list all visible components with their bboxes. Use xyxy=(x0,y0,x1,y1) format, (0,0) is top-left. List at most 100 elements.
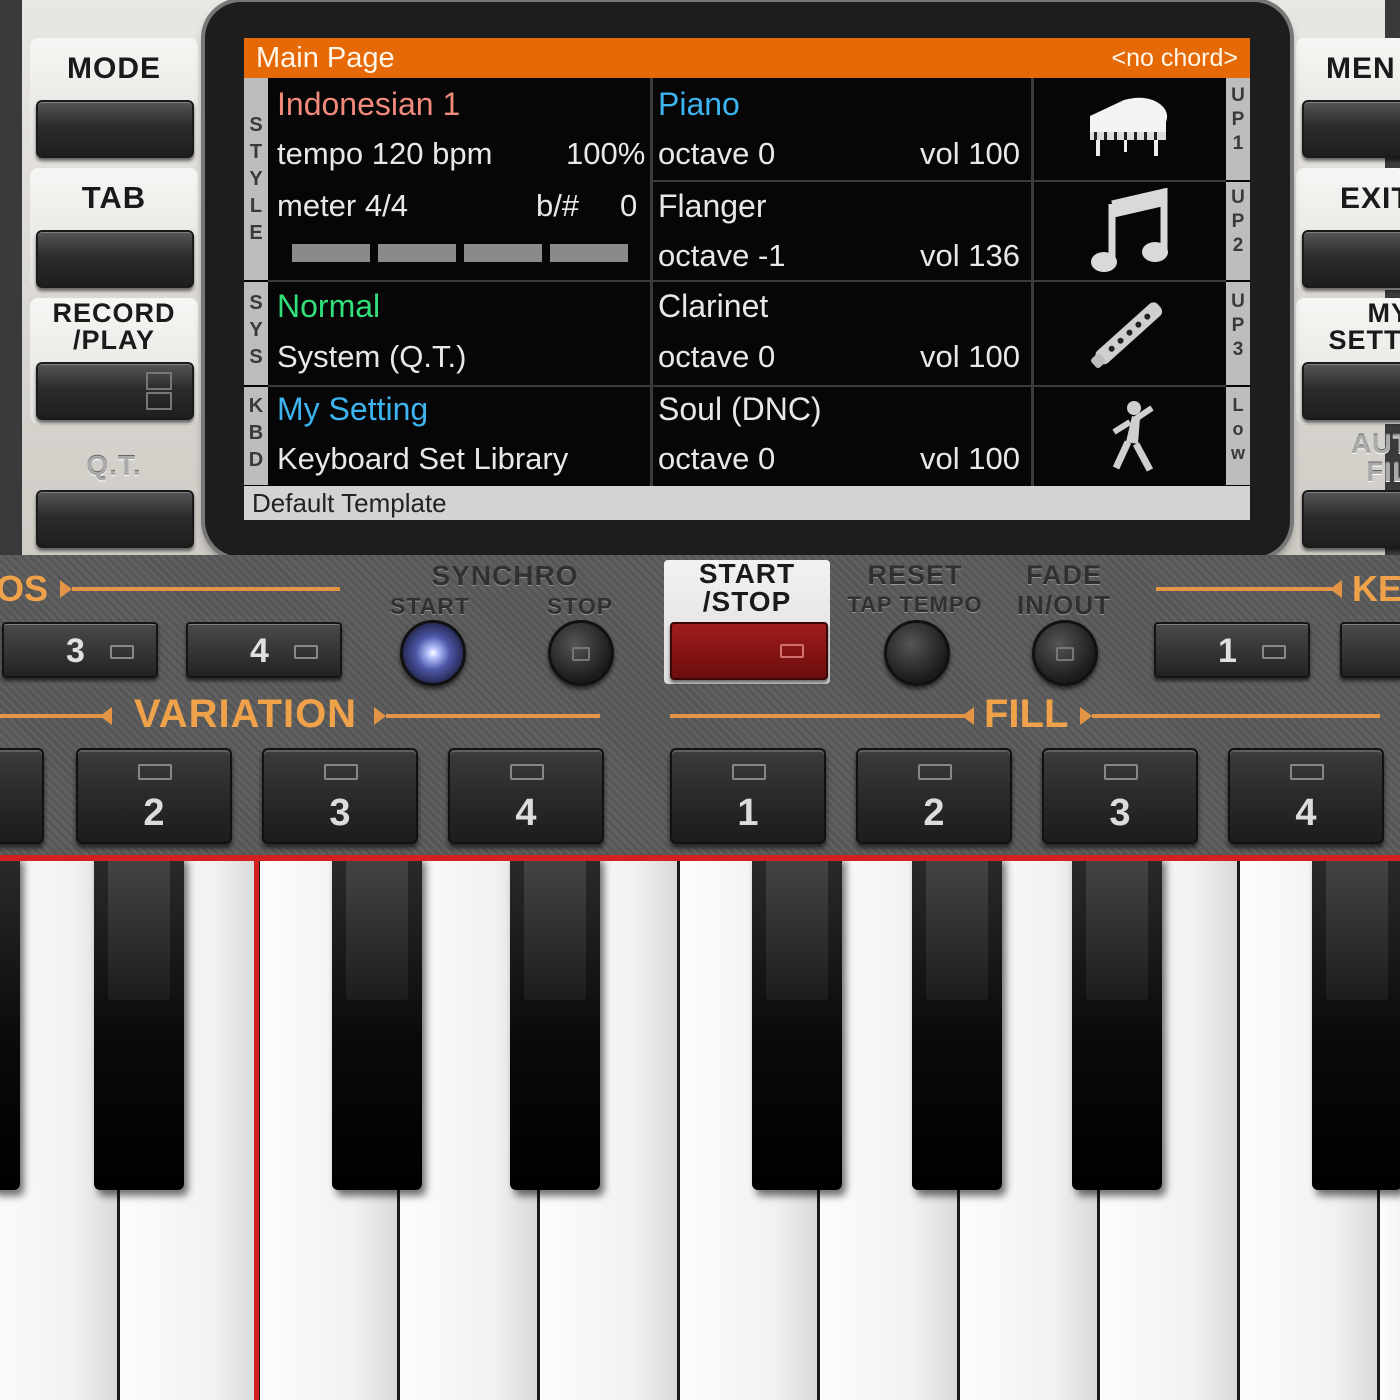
menu-label: MEN xyxy=(1326,52,1396,85)
fill-2-button[interactable]: 2 xyxy=(856,748,1012,844)
auto-fill-label: AUT FIL xyxy=(1351,429,1400,487)
variation-2-number: 2 xyxy=(143,792,165,834)
auto-fill-button[interactable] xyxy=(1302,490,1400,548)
black-key[interactable] xyxy=(94,855,184,1190)
black-key[interactable] xyxy=(912,855,1002,1190)
up3-vertical-label: UP3 xyxy=(1226,282,1250,385)
music-note-icon xyxy=(1091,188,1168,272)
synchro-start-button[interactable] xyxy=(400,620,466,686)
style-tempo[interactable]: tempo 120 bpm xyxy=(277,136,492,172)
part-up2-octave: octave -1 xyxy=(658,238,786,273)
fill-2-number: 2 xyxy=(923,792,945,834)
part-low-octave: octave 0 xyxy=(658,441,776,476)
piano-icon xyxy=(1090,97,1168,156)
synchro-stop-button[interactable] xyxy=(548,620,614,686)
mode-button[interactable] xyxy=(36,100,194,158)
menu-button[interactable] xyxy=(1302,100,1400,158)
style-vertical-letters: STYLE xyxy=(249,114,263,244)
black-key[interactable] xyxy=(0,855,20,1190)
title-bar: Main Page <no chord> xyxy=(244,38,1250,78)
part-up2-name[interactable]: Flanger xyxy=(658,188,767,225)
template-bar[interactable]: Default Template xyxy=(244,486,1250,520)
black-key[interactable] xyxy=(510,855,600,1190)
record-led-bottom xyxy=(146,392,172,410)
fill-3-number: 3 xyxy=(1109,792,1131,834)
intro-4-button[interactable]: 4 xyxy=(186,622,342,678)
chord-indicator: <no chord> xyxy=(1111,44,1239,72)
fill-1-button[interactable]: 1 xyxy=(670,748,826,844)
style-tempo-percent: 100% xyxy=(566,136,646,171)
endings-arrow xyxy=(1330,580,1342,598)
fill-3-button[interactable]: 3 xyxy=(1042,748,1198,844)
variation-3-button[interactable]: 3 xyxy=(262,748,418,844)
intros-label: OS xyxy=(0,568,49,609)
style-meter: meter 4/4 xyxy=(277,188,408,223)
keyboard-set-library[interactable]: Keyboard Set Library xyxy=(277,441,568,477)
beat-indicator xyxy=(292,244,630,262)
ending-1-led xyxy=(1262,645,1286,659)
intro-4-number: 4 xyxy=(250,632,269,670)
beat-segment xyxy=(550,244,628,262)
black-key[interactable] xyxy=(332,855,422,1190)
variation-4-button[interactable]: 4 xyxy=(448,748,604,844)
tab-label: TAB xyxy=(81,180,147,215)
keyboard-set-name[interactable]: My Setting xyxy=(277,391,428,428)
qt-button[interactable] xyxy=(36,490,194,548)
fill-line-right xyxy=(1092,714,1380,718)
intro-3-button[interactable]: 3 xyxy=(2,622,158,678)
variation-1-button[interactable] xyxy=(0,748,44,844)
record-play-label: RECORD /PLAY xyxy=(52,298,176,355)
exit-button[interactable] xyxy=(1302,230,1400,288)
row-divider xyxy=(651,180,1226,182)
variation-2-button[interactable]: 2 xyxy=(76,748,232,844)
variation-label: VARIATION xyxy=(134,692,358,736)
part-up2-volume: vol 136 xyxy=(920,238,1020,273)
reset-tap-tempo-button[interactable] xyxy=(884,620,950,686)
page-title: Main Page xyxy=(256,42,395,74)
fade-in-out-button[interactable] xyxy=(1032,620,1098,686)
ending-2-button[interactable] xyxy=(1340,622,1400,678)
black-key[interactable] xyxy=(1312,855,1400,1190)
tab-button[interactable] xyxy=(36,230,194,288)
part-low-name[interactable]: Soul (DNC) xyxy=(658,391,822,428)
start-stop-led xyxy=(780,644,804,658)
start-stop-button[interactable] xyxy=(670,622,828,680)
synchro-start-label: START xyxy=(390,593,470,619)
fill-1-number: 1 xyxy=(737,792,759,834)
fill-arrow-right xyxy=(1080,707,1092,725)
variation-arrow-right xyxy=(374,707,386,725)
exit-label: EXIT xyxy=(1340,182,1400,215)
record-play-button[interactable] xyxy=(36,362,194,420)
variation-line-left xyxy=(0,714,102,718)
black-key[interactable] xyxy=(1072,855,1162,1190)
fill-line-left xyxy=(670,714,964,718)
variation-2-led xyxy=(138,764,172,780)
beat-segment xyxy=(292,244,370,262)
piano-keyboard xyxy=(0,855,1400,1400)
dancer-icon xyxy=(1112,401,1154,472)
style-vertical-label: STYLE xyxy=(244,78,268,280)
up1-vertical-label: UP1 xyxy=(1226,78,1250,180)
my-setting-label: MY SETTI xyxy=(1328,298,1400,355)
my-setting-button[interactable] xyxy=(1302,362,1400,420)
fade-inout-label: IN/OUT xyxy=(1016,590,1112,620)
part-low-volume: vol 100 xyxy=(920,441,1020,476)
system-mode[interactable]: Normal xyxy=(277,288,380,325)
part-up3-volume: vol 100 xyxy=(920,339,1020,374)
fill-2-led xyxy=(918,764,952,780)
part-up1-octave: octave 0 xyxy=(658,136,776,171)
variation-3-led xyxy=(324,764,358,780)
mode-label: MODE xyxy=(67,52,161,85)
fill-4-number: 4 xyxy=(1295,792,1317,834)
fill-4-button[interactable]: 4 xyxy=(1228,748,1384,844)
sys-vertical-label: SYS xyxy=(244,282,268,385)
part-up1-name[interactable]: Piano xyxy=(658,86,740,123)
variation-arrow-left xyxy=(100,707,112,725)
part-up3-name[interactable]: Clarinet xyxy=(658,288,768,325)
endings-label: KE xyxy=(1352,568,1400,609)
black-key[interactable] xyxy=(752,855,842,1190)
column-divider xyxy=(650,78,653,486)
style-name[interactable]: Indonesian 1 xyxy=(277,86,460,123)
intro-3-number: 3 xyxy=(66,632,85,670)
ending-1-button[interactable]: 1 xyxy=(1154,622,1310,678)
